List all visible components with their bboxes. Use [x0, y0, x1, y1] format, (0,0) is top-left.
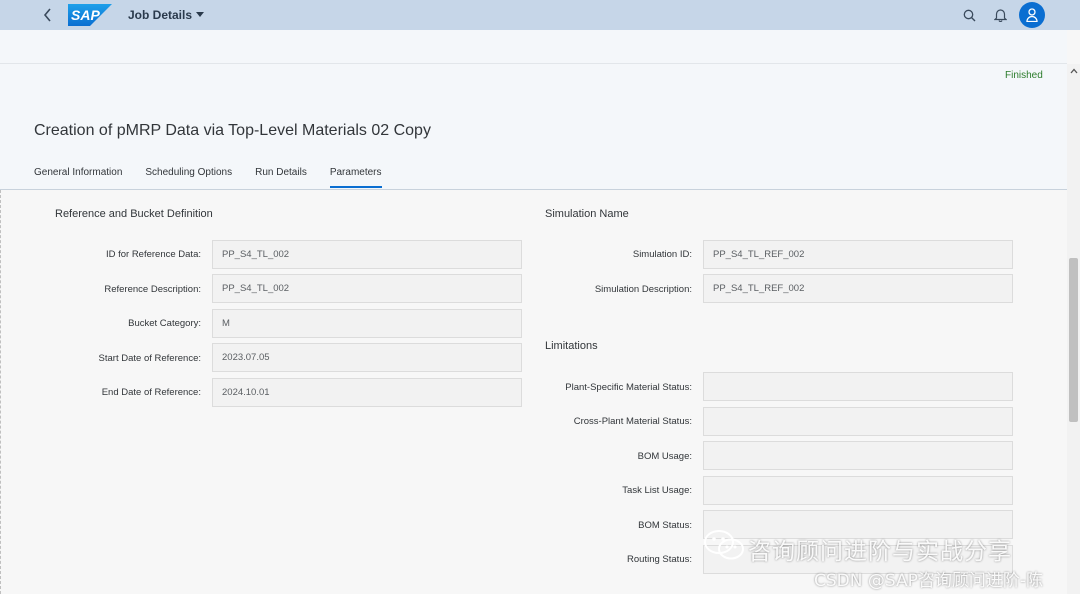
chevron-up-icon — [1070, 68, 1077, 73]
field-label-bom-usage: BOM Usage: — [637, 451, 692, 462]
app-title: Job Details — [128, 8, 193, 22]
page-title: Creation of pMRP Data via Top-Level Mate… — [34, 122, 431, 139]
field-label-simulation-description: Simulation Description: — [594, 284, 692, 295]
wechat-watermark-icon — [704, 530, 744, 560]
search-icon — [963, 9, 975, 21]
user-avatar[interactable] — [1019, 2, 1045, 28]
tab-parameters[interactable]: Parameters — [329, 167, 382, 188]
watermark-text: 咨询顾问进阶与实战分享 — [748, 539, 1012, 565]
section-title-limitations: Limitations — [545, 340, 598, 352]
bom-usage-field[interactable] — [703, 441, 1013, 470]
reference-id-field[interactable]: PP_S4_TL_002 — [212, 240, 522, 269]
field-label-reference-id: ID for Reference Data: — [105, 249, 201, 260]
field-label-bom-status: BOM Status: — [638, 520, 692, 531]
section-title-reference: Reference and Bucket Definition — [55, 208, 213, 220]
app-title-menu[interactable]: Job Details — [128, 8, 205, 22]
scroll-up-button[interactable] — [1069, 66, 1078, 75]
simulation-description-field[interactable]: PP_S4_TL_REF_002 — [703, 274, 1013, 303]
tab-general-information[interactable]: General Information — [34, 167, 122, 188]
header-toolbar — [0, 30, 1067, 64]
field-label-routing-status: Routing Status: — [627, 554, 692, 565]
bucket-category-field[interactable]: M — [212, 309, 522, 338]
field-label-end-date: End Date of Reference: — [101, 387, 201, 398]
simulation-id-field[interactable]: PP_S4_TL_REF_002 — [703, 240, 1013, 269]
sap-logo-text: SAP — [71, 7, 100, 23]
end-date-field[interactable]: 2024.10.01 — [212, 378, 522, 407]
status-badge: Finished — [1005, 70, 1043, 81]
bell-icon — [993, 9, 1007, 22]
field-label-start-date: Start Date of Reference: — [98, 353, 201, 364]
field-label-plant-specific-status: Plant-Specific Material Status: — [565, 382, 692, 393]
section-title-simulation: Simulation Name — [545, 208, 629, 220]
back-button[interactable] — [38, 5, 58, 25]
tab-bar: General Information Scheduling Options R… — [34, 167, 405, 188]
reference-description-field[interactable]: PP_S4_TL_002 — [212, 274, 522, 303]
field-label-task-list-usage: Task List Usage: — [622, 485, 692, 496]
notifications-button[interactable] — [992, 7, 1008, 23]
watermark-credit: CSDN @SAP咨询顾问进阶-陈 — [814, 571, 1043, 591]
start-date-field[interactable]: 2023.07.05 — [212, 343, 522, 372]
task-list-usage-field[interactable] — [703, 476, 1013, 505]
user-icon — [1026, 8, 1038, 22]
tab-scheduling-options[interactable]: Scheduling Options — [145, 167, 232, 188]
cross-plant-status-field[interactable] — [703, 407, 1013, 436]
chevron-down-icon — [196, 12, 205, 17]
tab-run-details[interactable]: Run Details — [255, 167, 307, 188]
plant-specific-status-field[interactable] — [703, 372, 1013, 401]
field-label-simulation-id: Simulation ID: — [632, 249, 692, 260]
sap-logo[interactable]: SAP — [68, 4, 112, 26]
back-icon — [43, 8, 51, 22]
shell-bar: SAP Job Details — [0, 0, 1080, 30]
field-label-cross-plant-status: Cross-Plant Material Status: — [573, 416, 692, 427]
scrollbar-thumb[interactable] — [1069, 258, 1078, 422]
field-label-bucket-category: Bucket Category: — [128, 318, 201, 329]
field-label-reference-description: Reference Description: — [104, 284, 201, 295]
search-button[interactable] — [961, 7, 977, 23]
